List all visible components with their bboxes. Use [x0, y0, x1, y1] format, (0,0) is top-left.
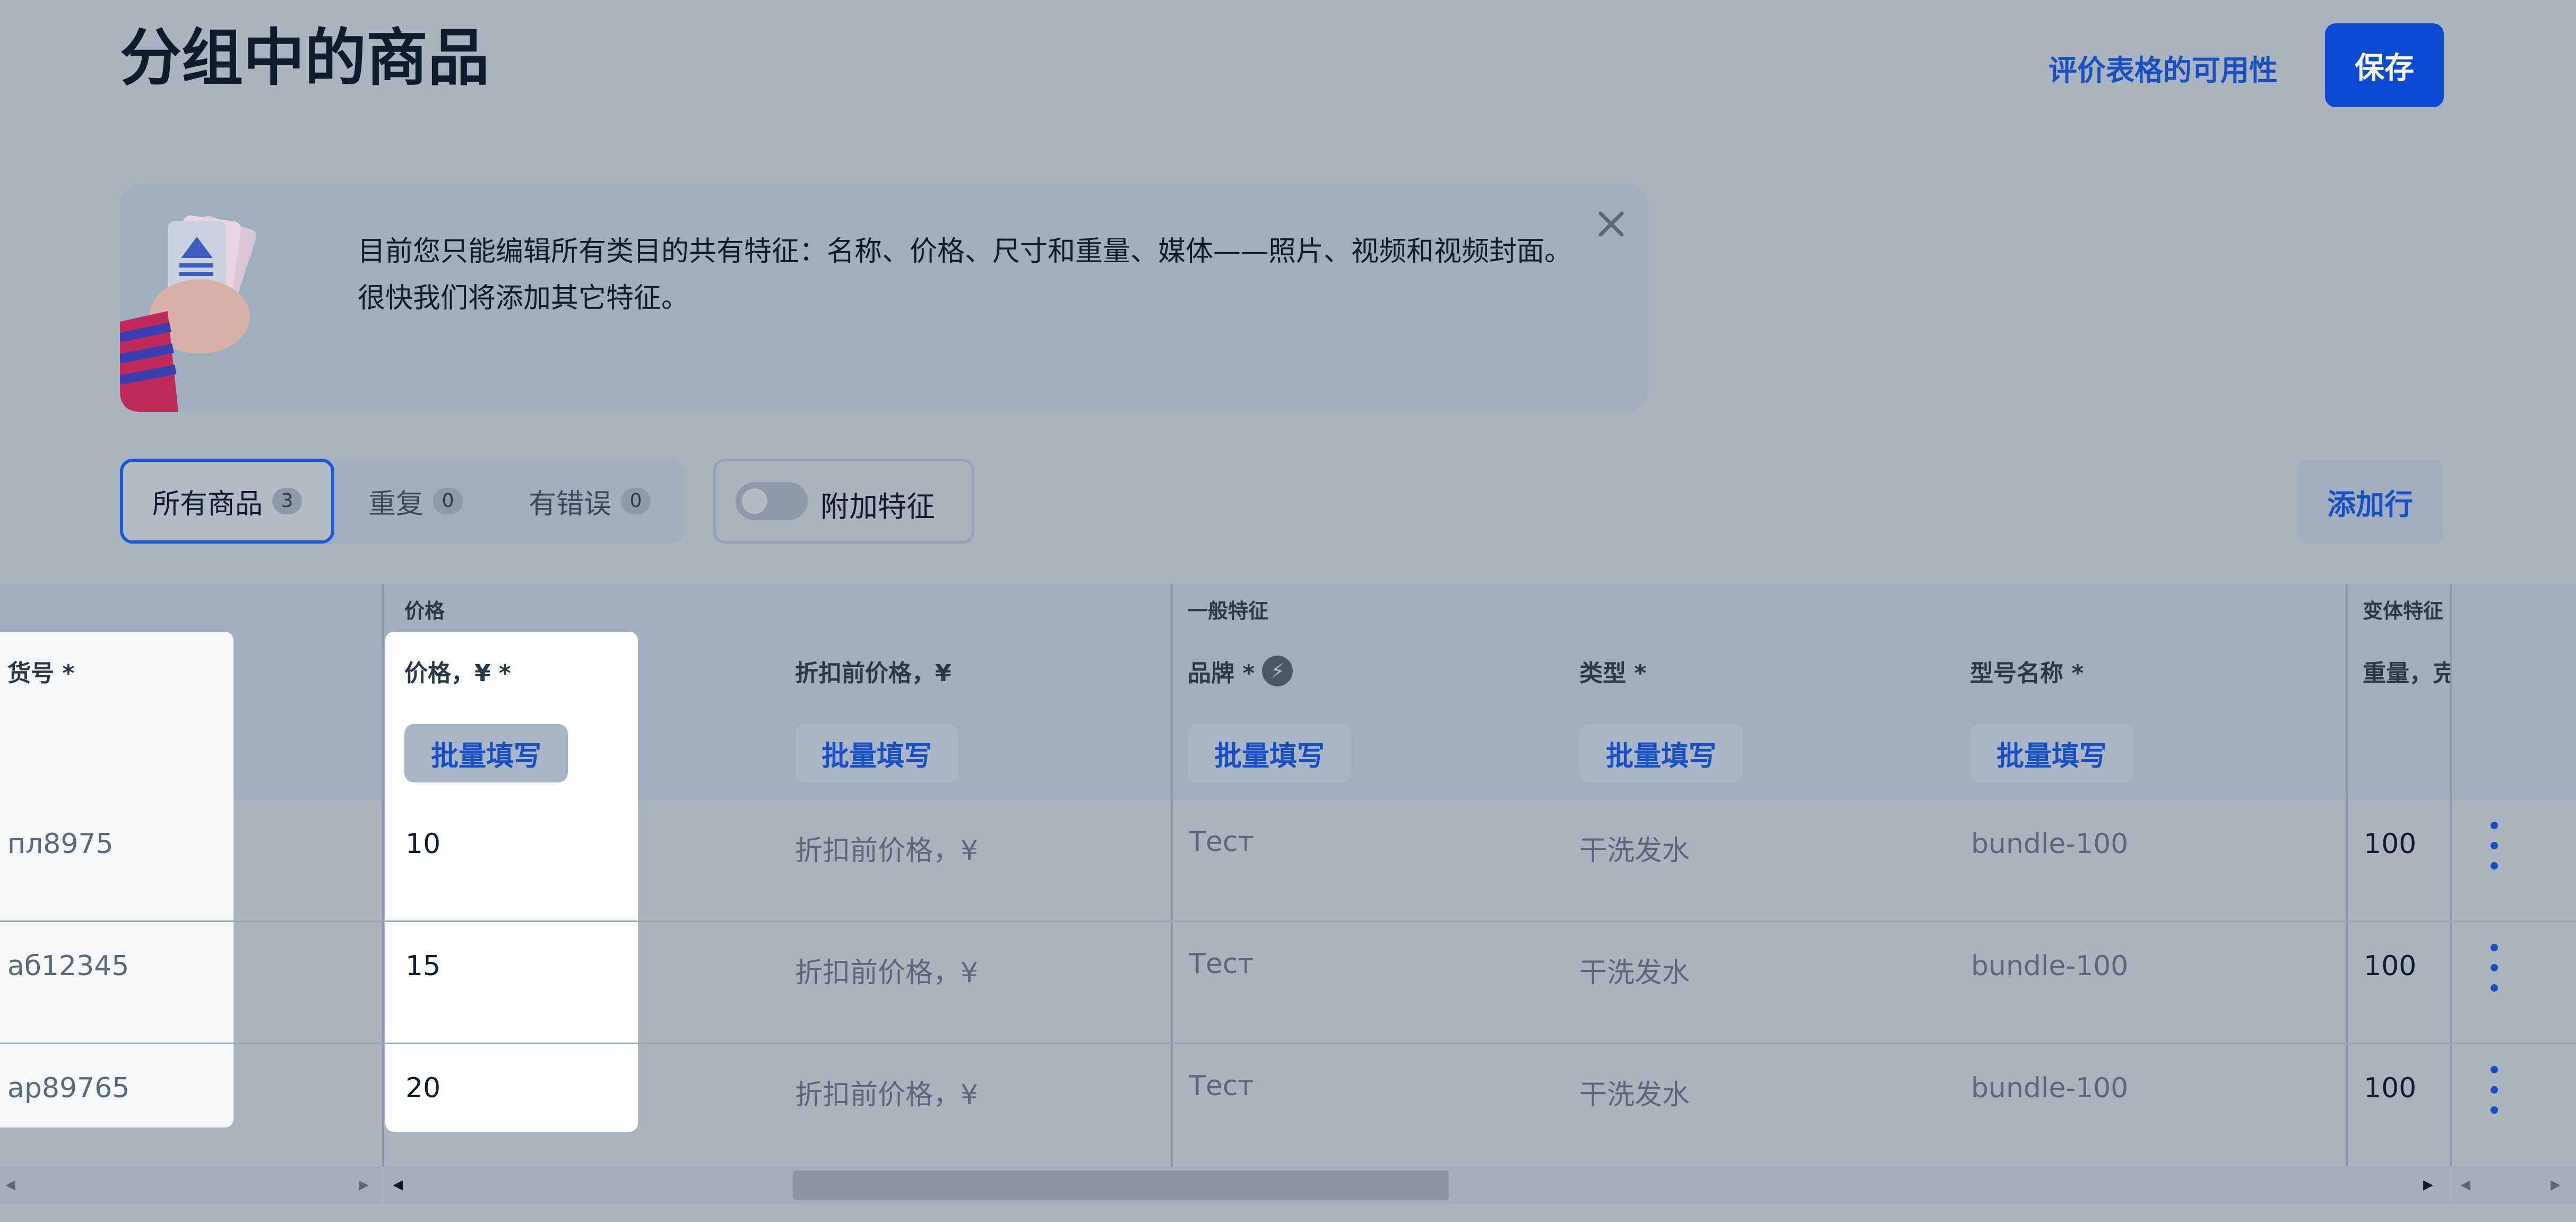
type-cell[interactable]: 干洗发水	[1579, 828, 1690, 868]
model-cell[interactable]: bundle-100	[1971, 950, 2128, 982]
bulk-fill-button[interactable]: 批量填写	[404, 724, 568, 782]
toggle-label: 附加特征	[820, 490, 935, 523]
column-header-model: 型号名称 *	[1970, 660, 2084, 687]
sku-cell[interactable]: аб12345	[7, 950, 129, 982]
scroll-right-icon[interactable]: ▸	[359, 1172, 369, 1195]
brand-cell[interactable]: Тест	[1189, 826, 1254, 858]
brand-cell[interactable]: Тест	[1189, 948, 1254, 980]
column-header-type: 类型 *	[1579, 660, 1647, 687]
count-badge: 0	[621, 488, 651, 514]
column-header-brand: 品牌 * ⚡	[1188, 654, 1293, 688]
model-cell[interactable]: bundle-100	[1971, 1072, 2128, 1104]
brand-cell[interactable]: Тест	[1189, 1070, 1254, 1102]
count-badge: 3	[272, 488, 302, 514]
banner-text: 目前您只能编辑所有类目的共有特征：名称、价格、尺寸和重量、媒体——照片、视频和视…	[358, 236, 1572, 314]
column-header-old-price: 折扣前价格，¥	[795, 660, 952, 687]
tab-all-products[interactable]: 所有商品 3	[120, 459, 334, 544]
tab-errors[interactable]: 有错误 0	[529, 459, 651, 544]
hand-cards-illustration	[120, 215, 256, 412]
bulk-fill-button[interactable]: 批量填写	[1188, 724, 1352, 782]
more-icon[interactable]	[2478, 944, 2510, 992]
group-price: 价格	[404, 599, 445, 623]
scroll-left-icon[interactable]: ◂	[393, 1172, 403, 1195]
sku-cell[interactable]: пл8975	[7, 828, 114, 860]
price-cell[interactable]: 20	[405, 1072, 440, 1104]
model-cell[interactable]: bundle-100	[1971, 828, 2128, 860]
row-divider	[0, 920, 2576, 922]
tab-duplicates[interactable]: 重复 0	[368, 459, 463, 544]
scroll-left-icon[interactable]: ◂	[5, 1172, 15, 1195]
old-price-cell[interactable]: 折扣前价格，¥	[795, 828, 978, 868]
group-general: 一般特征	[1188, 599, 1269, 623]
sku-cell[interactable]: ар89765	[7, 1072, 129, 1104]
group-variant: 变体特征	[2363, 599, 2444, 623]
old-price-cell[interactable]: 折扣前价格，¥	[795, 950, 978, 990]
toggle-knob	[742, 488, 767, 514]
scroll-left-icon[interactable]: ◂	[2460, 1172, 2470, 1195]
tab-label: 有错误	[529, 488, 612, 520]
scroll-right-icon[interactable]: ▸	[2423, 1172, 2433, 1195]
bulk-fill-button[interactable]: 批量填写	[795, 724, 959, 782]
more-icon[interactable]	[2478, 822, 2510, 870]
count-badge: 0	[433, 488, 463, 514]
weight-cell[interactable]: 100	[2364, 950, 2416, 982]
close-icon[interactable]	[1591, 204, 1631, 244]
column-header-sku: 货号 *	[7, 660, 75, 687]
bulk-fill-button[interactable]: 批量填写	[1970, 724, 2134, 782]
scrollbar-thumb[interactable]	[793, 1171, 1449, 1200]
add-row-button[interactable]: 添加行	[2297, 460, 2443, 544]
column-group-row	[0, 584, 2576, 630]
price-cell[interactable]: 10	[405, 828, 440, 860]
type-cell[interactable]: 干洗发水	[1579, 1072, 1690, 1112]
scroll-right-icon[interactable]: ▸	[2551, 1172, 2561, 1195]
weight-cell[interactable]: 100	[2364, 1072, 2416, 1104]
table-body	[0, 801, 2576, 1167]
weight-cell[interactable]: 100	[2364, 828, 2416, 860]
left-scrollbar[interactable]	[0, 1167, 382, 1204]
column-header-weight: 重量，克	[2363, 660, 2450, 687]
row-divider	[0, 1043, 2576, 1044]
more-icon[interactable]	[2478, 1066, 2510, 1114]
evaluate-table-link[interactable]: 评价表格的可用性	[2048, 47, 2278, 89]
price-cell[interactable]: 15	[405, 950, 440, 982]
old-price-cell[interactable]: 折扣前价格，¥	[795, 1072, 978, 1112]
column-header-price: 价格，¥ *	[404, 660, 511, 687]
page-title: 分组中的商品	[120, 22, 489, 94]
tab-label: 所有商品	[152, 488, 263, 520]
save-button[interactable]: 保存	[2325, 23, 2444, 107]
bulk-fill-button[interactable]: 批量填写	[1579, 724, 1743, 782]
tab-label: 重复	[368, 488, 424, 520]
lightning-icon[interactable]: ⚡	[1262, 656, 1293, 686]
type-cell[interactable]: 干洗发水	[1579, 950, 1690, 990]
